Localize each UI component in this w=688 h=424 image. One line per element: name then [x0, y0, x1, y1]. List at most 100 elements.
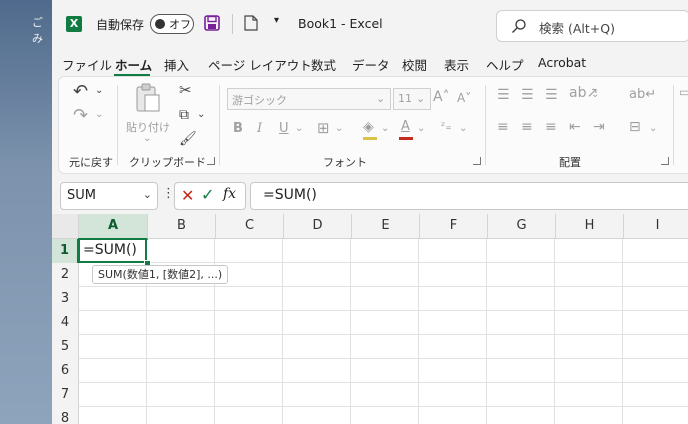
- cell[interactable]: [555, 335, 623, 359]
- cell[interactable]: [283, 263, 351, 287]
- cell[interactable]: [351, 407, 419, 424]
- tab-acrobat[interactable]: Acrobat: [538, 55, 586, 70]
- align-middle-icon[interactable]: ☰: [521, 87, 534, 103]
- italic-icon[interactable]: I: [257, 121, 262, 136]
- cell[interactable]: [283, 287, 351, 311]
- tab-view[interactable]: 表示: [444, 55, 469, 74]
- cell[interactable]: [215, 239, 283, 263]
- cell[interactable]: [623, 311, 688, 335]
- font-color-dropdown-icon[interactable]: ⌄: [417, 123, 425, 134]
- font-size-select[interactable]: 11 ⌄: [393, 88, 431, 110]
- cell[interactable]: [79, 359, 147, 383]
- cell[interactable]: [215, 407, 283, 424]
- insert-function-icon[interactable]: fx: [223, 186, 236, 202]
- wrap-text-icon[interactable]: ab↵: [629, 87, 656, 102]
- cell[interactable]: [79, 311, 147, 335]
- tab-formulas[interactable]: 数式: [311, 55, 336, 74]
- phonetic-guide-icon[interactable]: ᶻ₌: [441, 119, 452, 133]
- copy-icon[interactable]: ⧉: [179, 107, 189, 123]
- cell[interactable]: [147, 239, 215, 263]
- row-header[interactable]: 4: [52, 311, 79, 336]
- cell[interactable]: [555, 311, 623, 335]
- orientation-dropdown-icon[interactable]: ⌄: [591, 89, 599, 100]
- cell[interactable]: [147, 407, 215, 424]
- column-header[interactable]: B: [148, 214, 216, 239]
- cell[interactable]: [215, 335, 283, 359]
- cancel-icon[interactable]: ✕: [181, 186, 194, 205]
- column-header[interactable]: C: [216, 214, 284, 239]
- cell[interactable]: [555, 359, 623, 383]
- row-header[interactable]: 1: [52, 239, 79, 264]
- cell[interactable]: [351, 383, 419, 407]
- cell[interactable]: [487, 311, 555, 335]
- decrease-font-size-icon[interactable]: A˅: [457, 91, 471, 105]
- paste-dropdown-icon[interactable]: ⌄: [143, 133, 151, 144]
- row-header[interactable]: 5: [52, 335, 79, 360]
- cell[interactable]: [419, 407, 487, 424]
- clipboard-launcher-icon[interactable]: [207, 157, 215, 165]
- font-color-icon[interactable]: A: [401, 119, 410, 134]
- column-header[interactable]: G: [488, 214, 556, 239]
- cell[interactable]: [79, 287, 147, 311]
- redo-icon[interactable]: ↷: [73, 105, 88, 126]
- cell[interactable]: [283, 335, 351, 359]
- tab-help[interactable]: ヘルプ: [486, 55, 524, 74]
- cell[interactable]: [147, 383, 215, 407]
- cell[interactable]: [419, 287, 487, 311]
- tab-home[interactable]: ホーム: [115, 55, 152, 74]
- cell[interactable]: [215, 359, 283, 383]
- cell[interactable]: [283, 407, 351, 424]
- cell[interactable]: [79, 383, 147, 407]
- row-header[interactable]: 6: [52, 359, 79, 384]
- underline-dropdown-icon[interactable]: ⌄: [295, 123, 303, 134]
- font-name-select[interactable]: 游ゴシック ⌄: [227, 88, 391, 110]
- function-tooltip[interactable]: SUM(数値1, [数値2], ...): [92, 265, 229, 284]
- row-header[interactable]: 2: [52, 263, 79, 288]
- active-cell[interactable]: =SUM(): [78, 238, 147, 263]
- undo-dropdown-icon[interactable]: ⌄: [95, 85, 103, 96]
- cell[interactable]: [283, 359, 351, 383]
- cell[interactable]: [147, 311, 215, 335]
- cell[interactable]: [351, 359, 419, 383]
- align-top-icon[interactable]: ☰: [497, 87, 510, 103]
- cell[interactable]: [487, 407, 555, 424]
- cell[interactable]: [555, 407, 623, 424]
- cell[interactable]: [419, 359, 487, 383]
- cell[interactable]: [147, 335, 215, 359]
- align-right-icon[interactable]: ≡: [545, 119, 557, 135]
- row-header[interactable]: 8: [52, 407, 79, 424]
- merge-center-icon[interactable]: ⊟: [629, 119, 641, 135]
- copy-dropdown-icon[interactable]: ⌄: [197, 109, 205, 120]
- column-header[interactable]: A: [79, 214, 148, 240]
- formula-input[interactable]: =SUM(): [250, 182, 688, 210]
- tab-review[interactable]: 校閲: [402, 55, 427, 74]
- underline-icon[interactable]: U: [279, 121, 289, 136]
- fill-color-dropdown-icon[interactable]: ⌄: [381, 123, 389, 134]
- cell[interactable]: [555, 239, 623, 263]
- tab-file[interactable]: ファイル: [62, 55, 112, 74]
- phonetic-dropdown-icon[interactable]: ⌄: [459, 123, 467, 134]
- desktop-icon-label[interactable]: ごみ: [32, 14, 52, 46]
- cell[interactable]: [215, 383, 283, 407]
- column-header[interactable]: D: [284, 214, 352, 239]
- cell[interactable]: [487, 239, 555, 263]
- cell[interactable]: [623, 407, 688, 424]
- cell[interactable]: [283, 383, 351, 407]
- font-launcher-icon[interactable]: [473, 157, 481, 165]
- cell[interactable]: [623, 359, 688, 383]
- search-box[interactable]: 検索 (Alt+Q): [496, 10, 688, 42]
- new-document-icon[interactable]: [244, 15, 258, 31]
- row-header[interactable]: 7: [52, 383, 79, 408]
- number-format-icon[interactable]: ▭: [679, 85, 688, 99]
- align-bottom-icon[interactable]: ☰: [545, 87, 558, 103]
- cell[interactable]: [487, 263, 555, 287]
- cell[interactable]: [487, 359, 555, 383]
- cell[interactable]: [351, 287, 419, 311]
- cell[interactable]: [623, 287, 688, 311]
- cell[interactable]: [419, 335, 487, 359]
- tab-insert[interactable]: 挿入: [164, 55, 189, 74]
- bold-icon[interactable]: B: [233, 121, 243, 136]
- cell[interactable]: [351, 263, 419, 287]
- increase-indent-icon[interactable]: ⇥: [593, 119, 605, 135]
- merge-dropdown-icon[interactable]: ⌄: [649, 123, 657, 134]
